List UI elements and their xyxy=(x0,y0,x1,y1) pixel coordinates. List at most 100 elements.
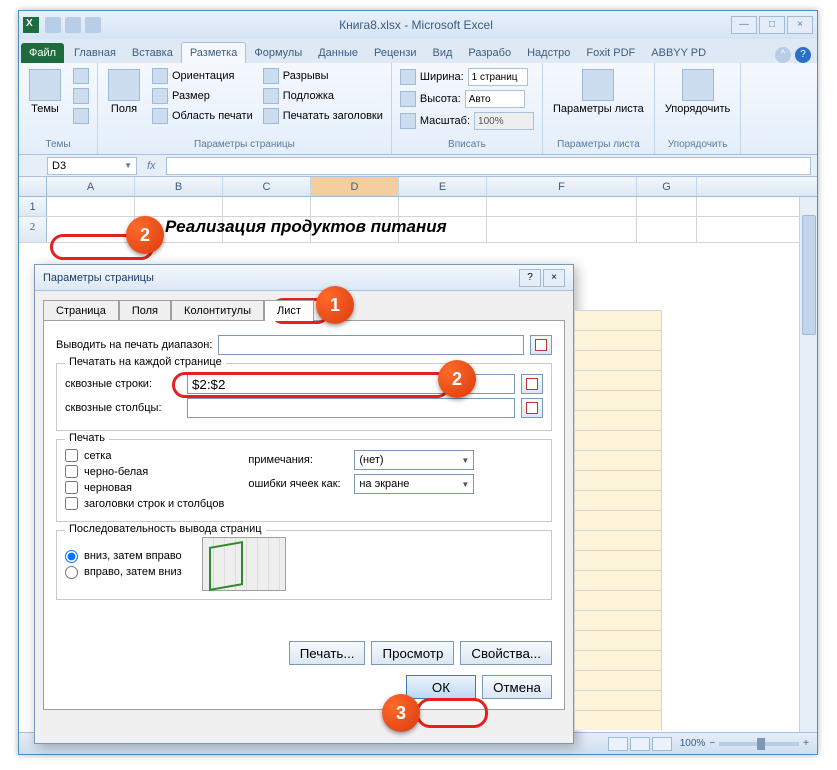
name-box[interactable]: D3 ▼ xyxy=(47,157,137,175)
vertical-scrollbar[interactable] xyxy=(799,197,817,732)
theme-fonts-button[interactable] xyxy=(71,87,91,105)
cell-f1[interactable] xyxy=(487,197,637,216)
tab-insert[interactable]: Вставка xyxy=(124,43,181,63)
gridlines-checkbox[interactable] xyxy=(65,449,78,462)
cell-b2[interactable]: Реализация продуктов питания xyxy=(135,217,223,242)
properties-button[interactable]: Свойства... xyxy=(460,641,552,665)
errors-combo[interactable]: на экране▼ xyxy=(354,474,474,494)
tab-review[interactable]: Рецензи xyxy=(366,43,425,63)
bw-checkbox[interactable] xyxy=(65,465,78,478)
orientation-button[interactable]: Ориентация xyxy=(150,67,255,85)
scrollbar-thumb[interactable] xyxy=(802,215,816,335)
row-header-2[interactable]: 2 xyxy=(19,217,47,242)
minimize-button[interactable]: — xyxy=(731,16,757,34)
size-button[interactable]: Размер xyxy=(150,87,255,105)
tab-home[interactable]: Главная xyxy=(66,43,124,63)
tab-page-layout[interactable]: Разметка xyxy=(181,42,247,63)
tab-formulas[interactable]: Формулы xyxy=(246,43,310,63)
arrange-button[interactable]: Упорядочить xyxy=(661,67,734,137)
scale-input[interactable] xyxy=(474,112,534,130)
print-titles-button[interactable]: Печатать заголовки xyxy=(261,107,385,125)
print-button[interactable]: Печать... xyxy=(289,641,366,665)
cell-f2[interactable] xyxy=(487,217,637,242)
page-layout-view-icon[interactable] xyxy=(630,737,650,751)
cell-e1[interactable] xyxy=(399,197,487,216)
col-header-g[interactable]: G xyxy=(637,177,697,196)
dialog-tab-margins[interactable]: Поля xyxy=(119,300,171,321)
background-button[interactable]: Подложка xyxy=(261,87,385,105)
cell-b1[interactable] xyxy=(135,197,223,216)
help-icon[interactable]: ? xyxy=(795,47,811,63)
cell-g1[interactable] xyxy=(637,197,697,216)
formula-bar[interactable] xyxy=(166,157,811,175)
preview-button[interactable]: Просмотр xyxy=(371,641,454,665)
zoom-level[interactable]: 100% xyxy=(680,738,706,749)
dialog-tab-page[interactable]: Страница xyxy=(43,300,119,321)
margins-button[interactable]: Поля xyxy=(104,67,144,137)
title-cols-picker-button[interactable] xyxy=(521,398,543,418)
title-rows-picker-button[interactable] xyxy=(521,374,543,394)
dialog-help-button[interactable]: ? xyxy=(519,269,541,287)
zoom-slider[interactable] xyxy=(719,742,799,746)
col-header-e[interactable]: E xyxy=(399,177,487,196)
title-rows-label: сквозные строки: xyxy=(65,378,181,390)
cancel-button[interactable]: Отмена xyxy=(482,675,552,699)
normal-view-icon[interactable] xyxy=(608,737,628,751)
qat-save-icon[interactable] xyxy=(45,17,61,33)
cell-c1[interactable] xyxy=(223,197,311,216)
ok-button[interactable]: ОК xyxy=(406,675,476,699)
cell-d1[interactable] xyxy=(311,197,399,216)
tab-file[interactable]: Файл xyxy=(21,43,64,63)
print-area-button[interactable]: Область печати xyxy=(150,107,255,125)
height-icon xyxy=(400,91,416,107)
col-header-a[interactable]: A xyxy=(47,177,135,196)
zoom-in-button[interactable]: + xyxy=(803,738,809,749)
sheet-options-button[interactable]: Параметры листа xyxy=(549,67,648,137)
zoom-control: 100% − + xyxy=(680,738,809,749)
page-order-fieldset: Последовательность вывода страниц вниз, … xyxy=(56,530,552,600)
row-header-1[interactable]: 1 xyxy=(19,197,47,216)
cell-g2[interactable] xyxy=(637,217,697,242)
tab-developer[interactable]: Разрабо xyxy=(460,43,519,63)
breaks-button[interactable]: Разрывы xyxy=(261,67,385,85)
close-button[interactable]: × xyxy=(787,16,813,34)
col-header-d[interactable]: D xyxy=(311,177,399,196)
col-header-b[interactable]: B xyxy=(135,177,223,196)
tab-abbyy[interactable]: ABBYY PD xyxy=(643,43,714,63)
print-range-input[interactable] xyxy=(218,335,524,355)
tab-view[interactable]: Вид xyxy=(425,43,461,63)
dialog-close-button[interactable]: × xyxy=(543,269,565,287)
dialog-tab-sheet[interactable]: Лист xyxy=(264,300,314,321)
order-right-radio[interactable] xyxy=(65,566,78,579)
col-header-f[interactable]: F xyxy=(487,177,637,196)
width-input[interactable] xyxy=(468,68,528,86)
title-cols-input[interactable] xyxy=(187,398,515,418)
fx-icon[interactable]: fx xyxy=(147,160,156,172)
tab-data[interactable]: Данные xyxy=(310,43,366,63)
select-all-corner[interactable] xyxy=(19,177,47,196)
maximize-button[interactable]: □ xyxy=(759,16,785,34)
chevron-down-icon[interactable]: ▼ xyxy=(124,161,132,170)
minimize-ribbon-icon[interactable]: ^ xyxy=(775,47,791,63)
cell-a1[interactable] xyxy=(47,197,135,216)
print-range-picker-button[interactable] xyxy=(530,335,552,355)
order-down-radio[interactable] xyxy=(65,550,78,563)
theme-colors-button[interactable] xyxy=(71,67,91,85)
background-icon xyxy=(263,88,279,104)
col-header-c[interactable]: C xyxy=(223,177,311,196)
title-rows-input[interactable] xyxy=(187,374,515,394)
page-break-view-icon[interactable] xyxy=(652,737,672,751)
tab-addins[interactable]: Надстро xyxy=(519,43,578,63)
theme-effects-button[interactable] xyxy=(71,107,91,125)
cell-a2[interactable] xyxy=(47,217,135,242)
dialog-tab-header-footer[interactable]: Колонтитулы xyxy=(171,300,264,321)
qat-undo-icon[interactable] xyxy=(65,17,81,33)
headings-checkbox[interactable] xyxy=(65,497,78,510)
themes-button[interactable]: Темы xyxy=(25,67,65,137)
comments-combo[interactable]: (нет)▼ xyxy=(354,450,474,470)
draft-checkbox[interactable] xyxy=(65,481,78,494)
tab-foxit[interactable]: Foxit PDF xyxy=(578,43,643,63)
height-input[interactable] xyxy=(465,90,525,108)
qat-redo-icon[interactable] xyxy=(85,17,101,33)
zoom-out-button[interactable]: − xyxy=(709,738,715,749)
